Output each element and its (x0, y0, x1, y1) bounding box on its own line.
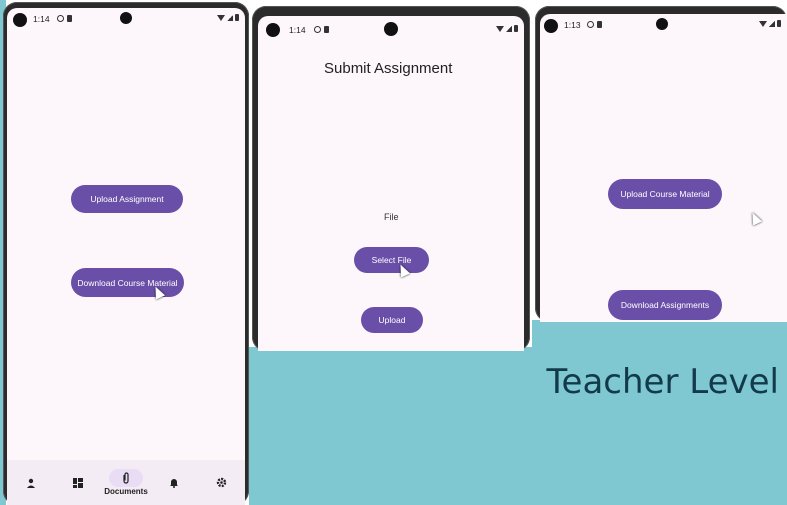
punch-hole-camera-icon (656, 18, 668, 30)
nav-item-label: Documents (104, 487, 148, 496)
punch-hole-camera-icon (120, 12, 132, 24)
wifi-icon (217, 14, 225, 21)
punch-hole-camera-icon (384, 22, 398, 36)
upload-button[interactable]: Upload (361, 307, 423, 333)
status-time: 1:13 (564, 20, 581, 30)
front-camera-icon (266, 23, 280, 37)
status-icons (759, 20, 781, 27)
phone-2: 1:14 Submit Assignment File Select File … (252, 6, 530, 351)
dashboard-icon (61, 474, 95, 492)
gear-icon (204, 474, 238, 492)
wifi-icon (496, 25, 504, 32)
phone-1: 1:14 Upload Assignment Download Course M… (3, 2, 249, 505)
phone-1-screen: 1:14 Upload Assignment Download Course M… (7, 8, 245, 505)
upload-course-material-button[interactable]: Upload Course Material (608, 179, 722, 209)
battery-icon (514, 25, 518, 32)
download-assignments-button[interactable]: Download Assignments (608, 290, 722, 320)
status-icons (496, 25, 518, 32)
front-camera-icon (544, 19, 558, 33)
upload-assignment-button[interactable]: Upload Assignment (71, 185, 183, 213)
phone-3-screen: 1:13 Upload Course Material Download Ass… (540, 14, 787, 322)
nav-item-documents[interactable]: Documents (104, 469, 148, 496)
download-course-material-button[interactable]: Download Course Material (71, 268, 184, 297)
select-file-button[interactable]: Select File (354, 247, 429, 273)
status-notification-icon (310, 25, 329, 35)
status-notification-icon (53, 14, 72, 24)
nav-item-settings[interactable] (201, 474, 241, 492)
status-bar: 1:14 (7, 8, 245, 30)
nav-item-notifications[interactable] (154, 474, 194, 492)
teal-caption-panel-upper (532, 320, 787, 350)
phone-3: 1:13 Upload Course Material Download Ass… (535, 6, 787, 322)
bottom-navigation: Documents (7, 460, 245, 505)
page-title: Submit Assignment (324, 60, 453, 77)
mouse-cursor-icon (747, 210, 763, 226)
status-bar: 1:13 (540, 14, 787, 36)
status-time: 1:14 (33, 14, 50, 24)
signal-icon (227, 14, 233, 21)
phone-2-screen: 1:14 Submit Assignment File Select File … (258, 16, 524, 351)
status-icons (217, 14, 239, 21)
status-notification-icon (583, 20, 602, 30)
file-label: File (384, 212, 399, 222)
caption-title: Teacher Level (546, 362, 779, 402)
nav-item-profile[interactable] (11, 474, 51, 492)
signal-icon (506, 25, 512, 32)
attachment-icon (108, 469, 143, 487)
bell-icon (157, 474, 191, 492)
person-icon (14, 474, 48, 492)
wifi-icon (759, 20, 767, 27)
status-time: 1:14 (289, 25, 306, 35)
front-camera-icon (13, 13, 27, 27)
battery-icon (777, 20, 781, 27)
battery-icon (235, 14, 239, 21)
status-bar: 1:14 (258, 16, 524, 38)
signal-icon (769, 20, 775, 27)
nav-item-dashboard[interactable] (58, 474, 98, 492)
